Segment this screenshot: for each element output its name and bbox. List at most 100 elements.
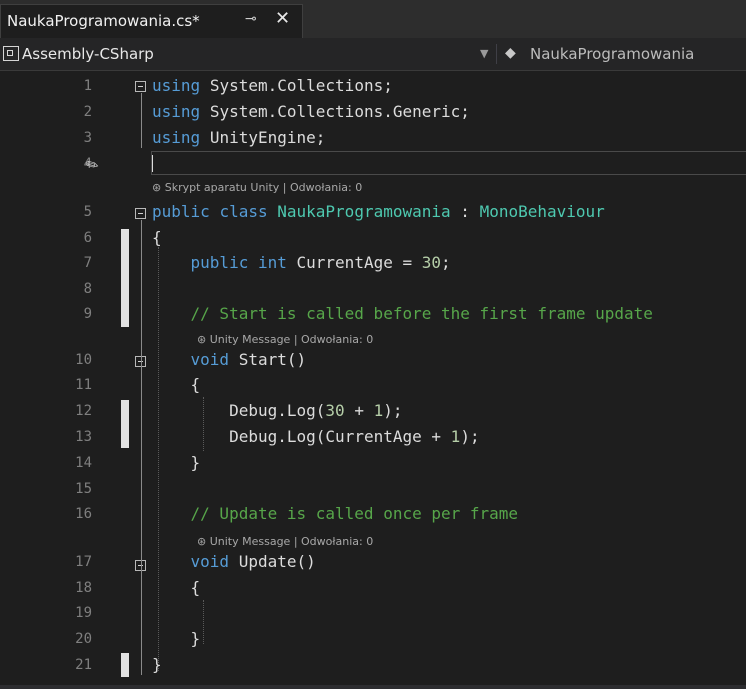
close-icon[interactable]: ✕ <box>275 8 290 29</box>
code-line[interactable]: public int CurrentAge = 30; <box>152 253 451 272</box>
line-number: 6 <box>83 230 92 246</box>
change-marker <box>121 400 129 448</box>
comment-token: // Update is called once per frame <box>190 504 519 523</box>
code-token: ( <box>315 401 326 420</box>
chevron-down-icon[interactable]: ▼ <box>480 47 488 60</box>
code-line[interactable]: } <box>152 655 162 674</box>
code-token: . <box>277 427 287 446</box>
code-token: Collections <box>277 102 384 121</box>
indent-guide <box>203 600 204 644</box>
code-line[interactable]: } <box>152 629 201 648</box>
codelens-start-text[interactable]: Unity Message | Odwołania: 0 <box>210 333 374 346</box>
indent-guide <box>203 397 204 451</box>
code-line[interactable]: public class NaukaProgramowania : MonoBe… <box>152 202 605 221</box>
keyword-token: public <box>190 253 249 272</box>
number-token: 30 <box>421 253 442 272</box>
navigation-bar: Assembly-CSharp ▼ ◆ NaukaProgramowania <box>0 38 746 71</box>
code-token: ; <box>441 253 451 272</box>
code-line[interactable]: Debug.Log(30 + 1); <box>152 401 403 420</box>
code-token: Log <box>286 427 316 446</box>
code-token: ( <box>286 350 297 369</box>
fold-toggle-usings[interactable] <box>135 81 146 92</box>
line-number: 10 <box>75 352 92 368</box>
indent-guide <box>158 247 159 671</box>
code-token: ) <box>296 350 307 369</box>
code-token: . <box>383 102 393 121</box>
code-token: System <box>209 76 268 95</box>
quick-actions-brush-icon[interactable]: ✎ <box>82 154 102 176</box>
document-tab[interactable]: NaukaProgramowania.cs* ⊸ ✕ <box>0 4 303 38</box>
keyword-token: class <box>219 202 268 221</box>
tab-title[interactable]: NaukaProgramowania.cs* <box>7 12 200 30</box>
code-line[interactable]: { <box>152 578 201 597</box>
code-token: Log <box>286 401 316 420</box>
line-number: 16 <box>75 506 92 522</box>
code-token: ; <box>460 102 470 121</box>
code-token: Debug <box>229 401 278 420</box>
code-line[interactable]: Debug.Log(CurrentAge + 1); <box>152 427 480 446</box>
number-token: 1 <box>450 427 461 446</box>
code-line[interactable]: void Update() <box>152 552 316 571</box>
line-number: 1 <box>83 78 92 94</box>
code-line[interactable]: // Update is called once per frame <box>152 504 519 523</box>
code-line[interactable]: void Start() <box>152 350 307 369</box>
code-token: + <box>431 427 442 446</box>
code-token: } <box>152 655 162 674</box>
code-token: System <box>209 102 268 121</box>
code-token: . <box>267 102 278 121</box>
type-token: MonoBehaviour <box>479 202 605 221</box>
line-number: 14 <box>75 455 92 471</box>
code-token: UnityEngine <box>209 128 316 147</box>
code-line[interactable]: using System.Collections.Generic; <box>152 102 470 121</box>
current-line-highlight <box>151 151 746 175</box>
codelens-start[interactable]: ⊛ Unity Message | Odwołania: 0 <box>197 333 373 346</box>
code-line[interactable]: { <box>152 375 201 394</box>
line-number: 7 <box>83 255 92 271</box>
code-line[interactable]: // Start is called before the first fram… <box>152 304 653 323</box>
class-icon: ◆ <box>505 45 516 61</box>
codelens-update-text[interactable]: Unity Message | Odwołania: 0 <box>210 535 374 548</box>
change-marker <box>121 653 129 677</box>
line-number: 17 <box>75 554 92 570</box>
code-token: Debug <box>229 427 278 446</box>
class-dropdown[interactable]: NaukaProgramowania <box>530 45 694 63</box>
code-token: Update <box>238 552 297 571</box>
tab-bar: NaukaProgramowania.cs* ⊸ ✕ <box>0 0 746 38</box>
editor-bottom-edge <box>0 685 746 689</box>
code-token: CurrentAge <box>325 427 422 446</box>
line-number: 15 <box>75 481 92 497</box>
code-line[interactable]: { <box>152 228 162 247</box>
code-token: } <box>190 453 201 472</box>
codelens-class[interactable]: ⊛ Skrypt aparatu Unity | Odwołania: 0 <box>152 181 362 194</box>
code-token: ) <box>383 401 393 420</box>
code-token: CurrentAge <box>296 253 393 272</box>
fold-toggle-class[interactable] <box>135 208 146 219</box>
code-token: . <box>267 76 278 95</box>
number-token: 1 <box>373 401 384 420</box>
code-line[interactable]: using System.Collections; <box>152 76 393 95</box>
code-token: ; <box>392 401 403 420</box>
line-number: 3 <box>83 130 92 146</box>
code-line[interactable]: using UnityEngine; <box>152 128 325 147</box>
pin-icon[interactable]: ⊸ <box>245 11 257 27</box>
codelens-class-text[interactable]: Skrypt aparatu Unity | Odwołania: 0 <box>165 181 363 194</box>
code-token: { <box>190 375 201 394</box>
keyword-token: using <box>152 102 201 121</box>
project-dropdown[interactable]: Assembly-CSharp <box>22 45 154 63</box>
code-token: + <box>354 401 364 420</box>
line-number: 2 <box>83 104 92 120</box>
line-number: 18 <box>75 580 92 596</box>
code-line[interactable]: } <box>152 453 201 472</box>
code-token: ( <box>296 552 307 571</box>
code-token: ; <box>469 427 480 446</box>
change-marker <box>121 229 129 327</box>
code-token: ) <box>306 552 316 571</box>
codelens-update[interactable]: ⊛ Unity Message | Odwołania: 0 <box>197 535 373 548</box>
keyword-token: int <box>257 253 287 272</box>
fold-line-usings <box>141 93 142 148</box>
number-token: 30 <box>325 401 345 420</box>
keyword-token: void <box>190 552 230 571</box>
code-token: : <box>460 202 470 221</box>
code-editor[interactable]: 1 2 3 4 5 6 7 8 9 10 11 12 13 14 15 16 17 18 19 20 21 using … <box>0 71 746 689</box>
line-number: 20 <box>75 631 92 647</box>
